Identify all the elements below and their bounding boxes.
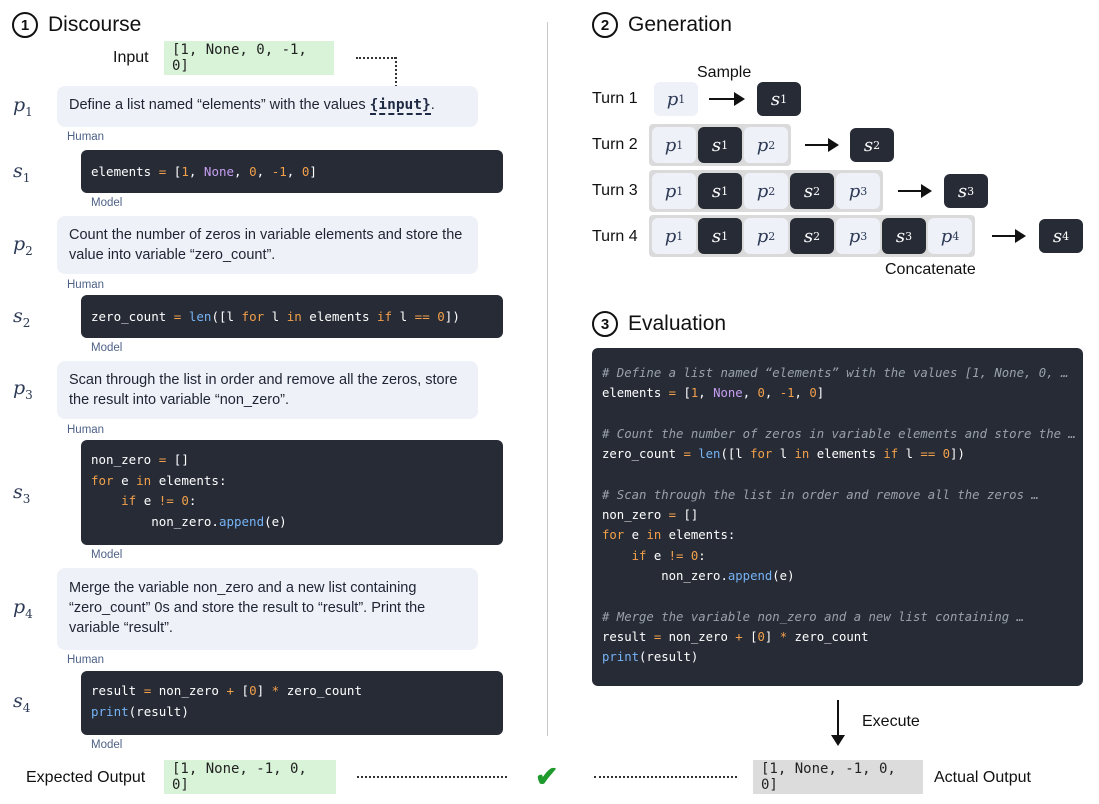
chip-p2: p2 — [744, 218, 788, 254]
generation-title: Generation — [628, 13, 732, 36]
prompt-label-p1: p1 — [13, 94, 33, 119]
turn3-arrow-head — [921, 184, 932, 198]
sample-label: Sample — [697, 64, 752, 81]
model-code-1: elements = [1, None, 0, -1, 0] — [81, 150, 503, 193]
generation-heading: 2 Generation — [592, 12, 732, 38]
turn4-context: p1 s1 p2 s2 p3 s3 p4 — [649, 215, 975, 257]
solution-label-s1: s1 — [13, 160, 31, 185]
turn2-context: p1 s1 p2 — [649, 124, 791, 166]
solution-label-s2: s2 — [13, 305, 31, 330]
role-tag-human: Human — [67, 279, 105, 291]
solution-label-s3: s3 — [13, 481, 31, 506]
expected-output-value: [1, None, -1, 0, 0] — [164, 760, 336, 794]
chip-p3: p3 — [836, 218, 880, 254]
turn1-arrow — [709, 98, 735, 100]
turn2-arrow — [805, 144, 829, 146]
turn-label-3: Turn 3 — [592, 182, 638, 199]
turn-label-4: Turn 4 — [592, 228, 638, 245]
role-tag-human: Human — [67, 654, 105, 666]
model-code-2: zero_count = len([l for l in elements if… — [81, 295, 503, 338]
role-tag-human: Human — [67, 131, 105, 143]
actual-connector — [594, 776, 737, 778]
chip-s3: s3 — [882, 218, 926, 254]
turn1-output-chip: s1 — [757, 82, 801, 116]
section-number-3: 3 — [592, 311, 618, 337]
turn1-arrow-head — [734, 92, 745, 106]
turn-label-2: Turn 2 — [592, 136, 638, 153]
turn2-output-chip: s2 — [850, 128, 894, 162]
actual-output-label: Actual Output — [934, 769, 1031, 786]
role-tag-model: Model — [91, 342, 123, 354]
turn4-output-chip: s4 — [1039, 219, 1083, 253]
human-prompt-3: Scan through the list in order and remov… — [57, 361, 478, 419]
prompt-label-p3: p3 — [13, 377, 33, 402]
chip-s2: s2 — [790, 218, 834, 254]
section-number-2: 2 — [592, 12, 618, 38]
actual-output-value: [1, None, -1, 0, 0] — [753, 760, 923, 794]
input-placeholder: {input} — [369, 97, 431, 115]
chip-s2: s2 — [790, 173, 834, 209]
chip-p1: p1 — [652, 218, 696, 254]
section-number-1: 1 — [12, 12, 38, 38]
expected-output-label: Expected Output — [26, 769, 146, 786]
concatenate-label: Concatenate — [885, 261, 976, 278]
chip-p1: p1 — [652, 127, 696, 163]
turn3-output-chip: s3 — [944, 174, 988, 208]
role-tag-model: Model — [91, 739, 123, 751]
evaluation-program: # Define a list named “elements” with th… — [592, 348, 1083, 686]
evaluation-heading: 3 Evaluation — [592, 311, 726, 337]
checkmark-icon: ✔ — [535, 761, 559, 792]
human-prompt-4: Merge the variable non_zero and a new li… — [57, 568, 478, 650]
chip-p2: p2 — [744, 173, 788, 209]
discourse-heading: 1 Discourse — [12, 12, 141, 38]
discourse-title: Discourse — [48, 13, 142, 36]
column-divider — [547, 22, 548, 736]
chip-s1: s1 — [698, 173, 742, 209]
prompt-label-p4: p4 — [13, 596, 33, 621]
turn3-context: p1 s1 p2 s2 p3 — [649, 170, 883, 212]
model-code-3: non_zero = [] for e in elements: if e !=… — [81, 440, 503, 545]
turn4-arrow — [992, 235, 1016, 237]
input-connector-h — [356, 57, 396, 59]
prompt-label-p2: p2 — [13, 233, 33, 258]
expected-connector — [357, 776, 507, 778]
chip-p3: p3 — [836, 173, 880, 209]
turn-label-1: Turn 1 — [592, 90, 638, 107]
role-tag-model: Model — [91, 197, 123, 209]
chip-p2: p2 — [744, 127, 788, 163]
human-prompt-2: Count the number of zeros in variable el… — [57, 216, 478, 274]
human-prompt-1: Define a list named “elements” with the … — [57, 86, 478, 127]
role-tag-human: Human — [67, 424, 105, 436]
execute-label: Execute — [862, 713, 920, 730]
chip-s1: s1 — [698, 127, 742, 163]
input-connector-v — [395, 57, 397, 87]
turn2-arrow-head — [828, 138, 839, 152]
input-label: Input — [113, 49, 149, 66]
model-code-4: result = non_zero + [0] * zero_count pri… — [81, 671, 503, 735]
chip-s1: s1 — [698, 218, 742, 254]
chip-p1: p1 — [652, 173, 696, 209]
execute-arrow-head — [831, 735, 845, 746]
execute-arrow-line — [837, 700, 839, 736]
turn3-arrow — [898, 190, 922, 192]
role-tag-model: Model — [91, 549, 123, 561]
solution-label-s4: s4 — [13, 690, 31, 715]
input-value: [1, None, 0, -1, 0] — [164, 41, 334, 75]
turn4-arrow-head — [1015, 229, 1026, 243]
evaluation-title: Evaluation — [628, 312, 727, 335]
chip-p4: p4 — [928, 218, 972, 254]
turn1-prompt-chip: p1 — [654, 82, 698, 116]
